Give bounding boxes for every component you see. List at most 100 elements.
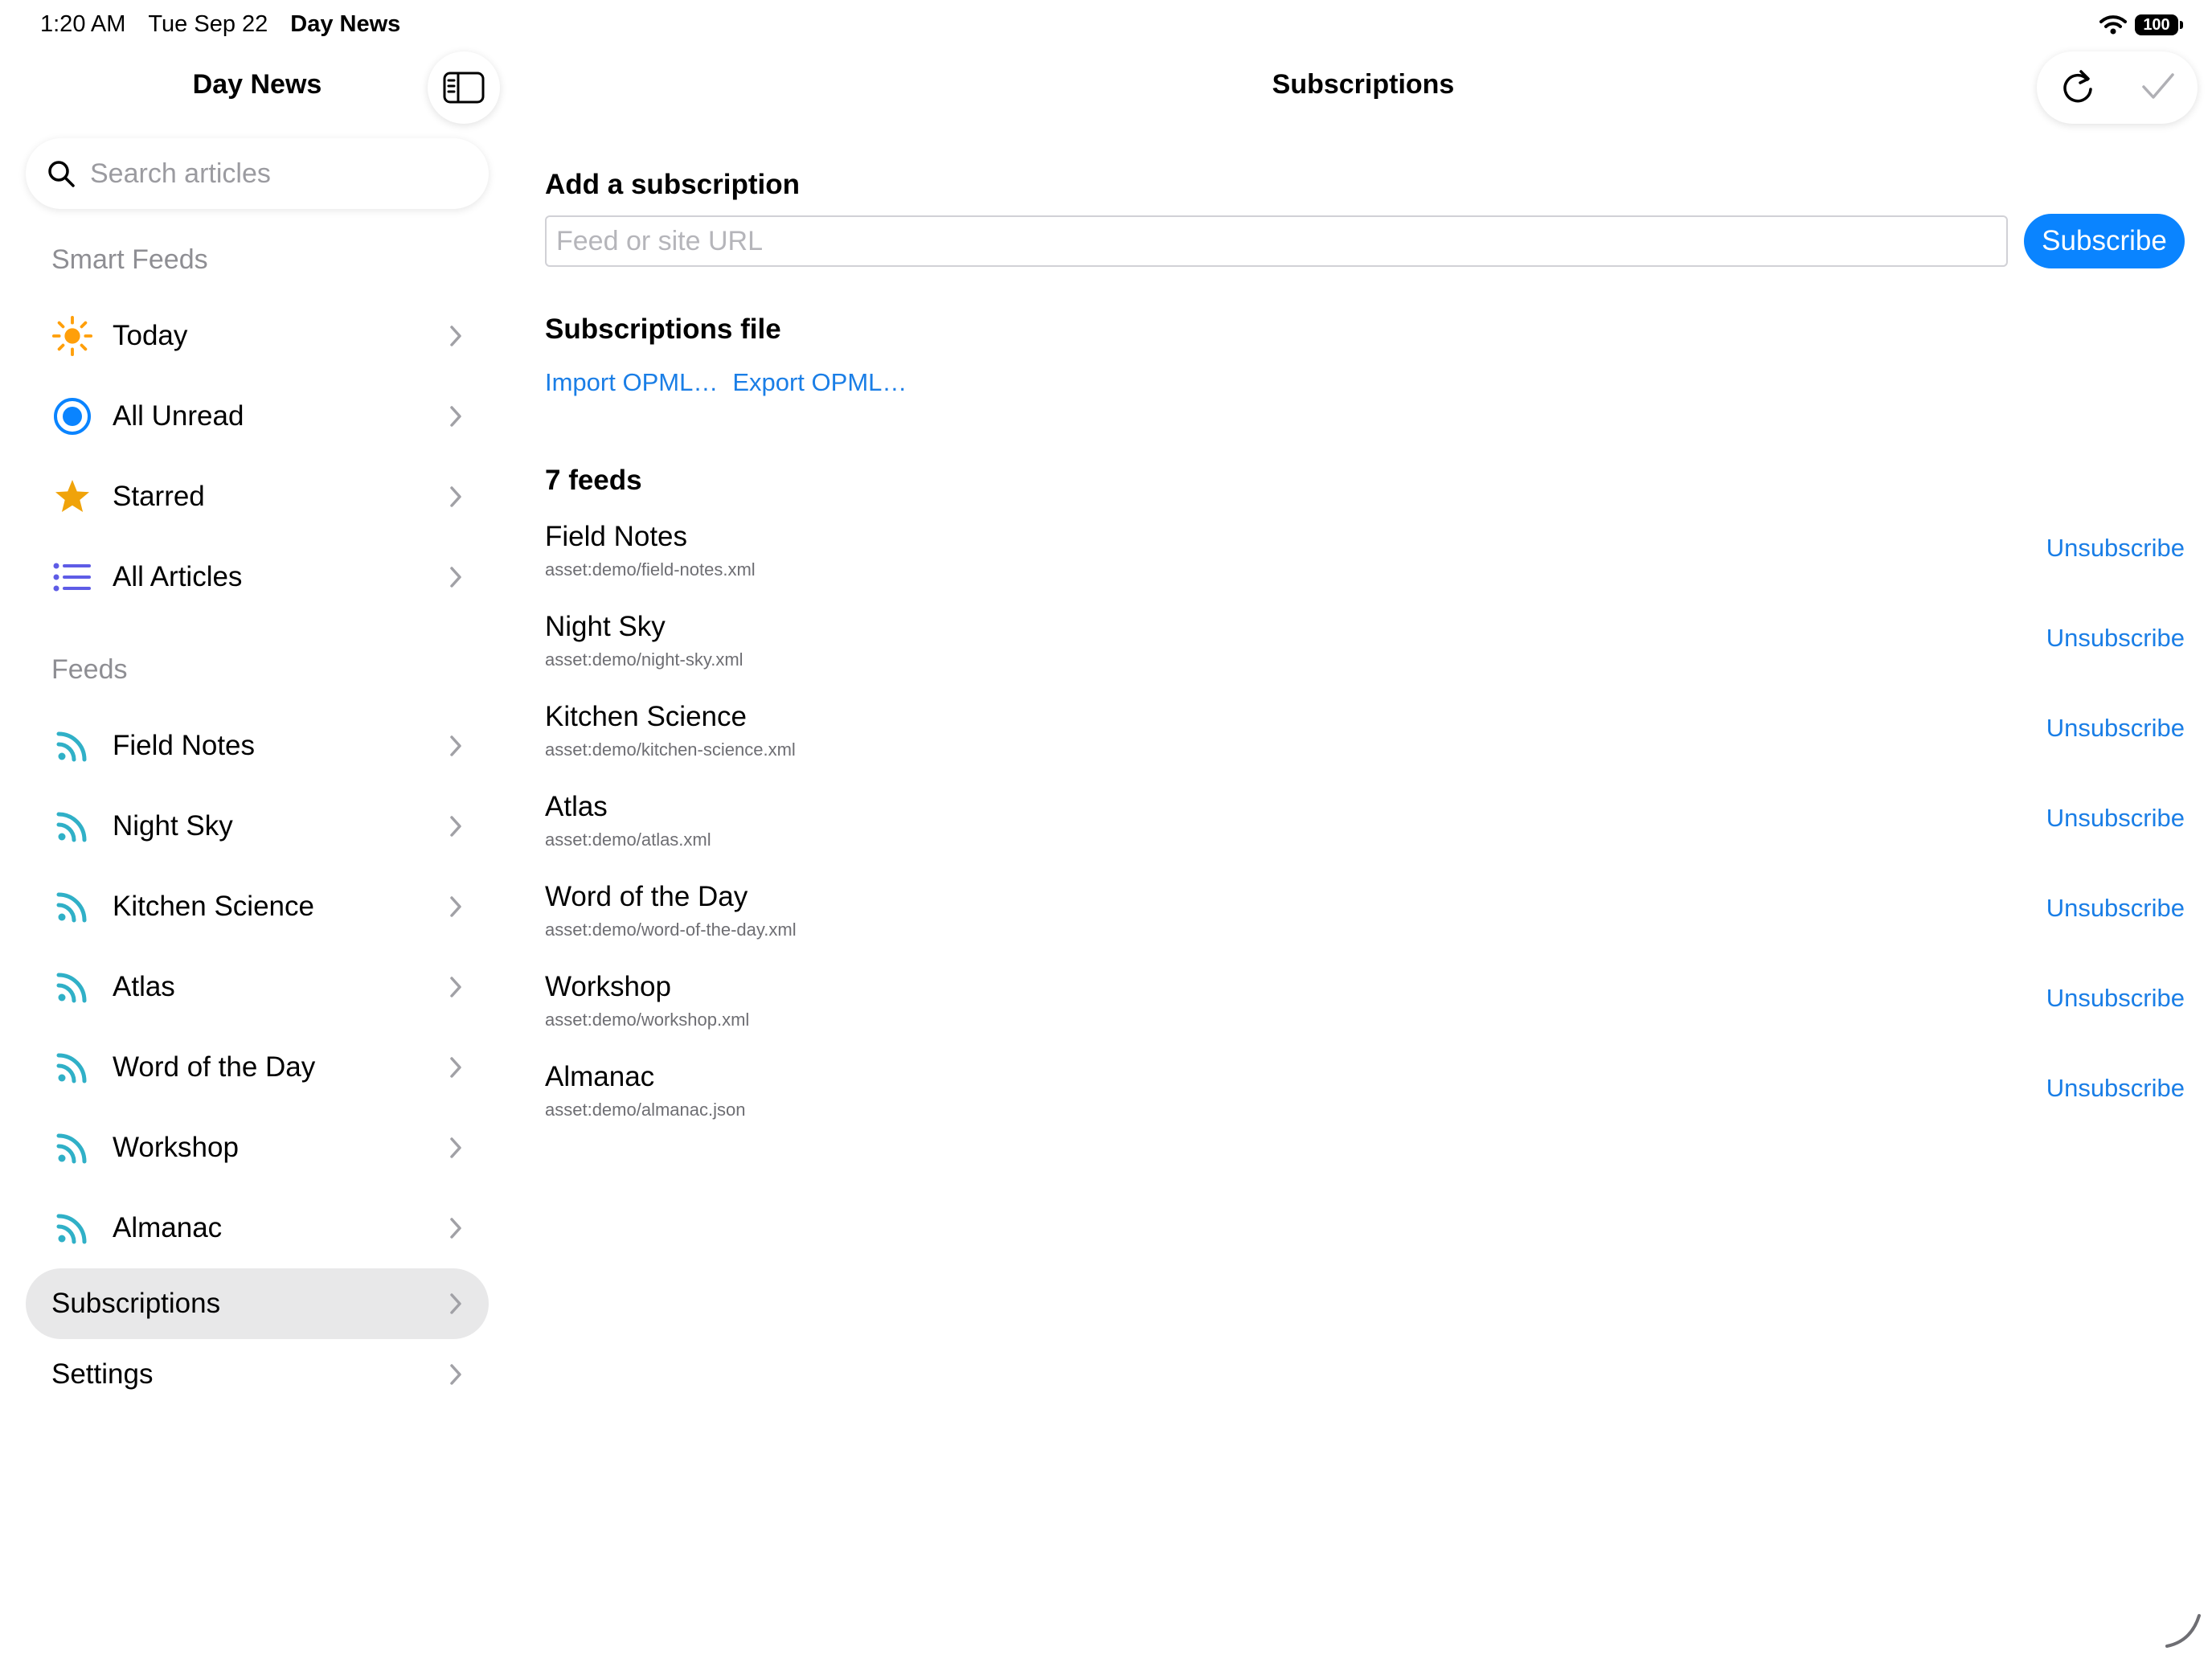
chevron-right-icon — [450, 486, 461, 507]
feed-name: Workshop — [545, 971, 671, 1002]
refresh-icon — [2062, 69, 2092, 102]
feed-row: Field Notes asset:demo/field-notes.xml U… — [545, 521, 2185, 593]
unsubscribe-button[interactable]: Unsubscribe — [2046, 804, 2185, 833]
sidebar-item-label: All Articles — [113, 561, 243, 592]
import-opml-link[interactable]: Import OPML… — [545, 368, 718, 397]
unsubscribe-button[interactable]: Unsubscribe — [2046, 1074, 2185, 1103]
feed-url: asset:demo/almanac.json — [545, 1100, 746, 1120]
sidebar-item-label: Field Notes — [113, 730, 256, 761]
list-icon — [51, 556, 93, 598]
sidebar-item-feed[interactable]: Workshop — [26, 1112, 489, 1183]
subscriptions-file-header: Subscriptions file — [545, 313, 781, 345]
toolbar — [2037, 51, 2198, 124]
sidebar-item-today[interactable]: Today — [26, 301, 489, 371]
chevron-right-icon — [450, 1293, 461, 1314]
feed-url: asset:demo/workshop.xml — [545, 1010, 750, 1030]
add-subscription-header: Add a subscription — [545, 169, 800, 200]
sidebar-item-starred[interactable]: Starred — [26, 461, 489, 532]
sidebar: Day News Smart Feeds — [0, 0, 514, 1659]
feed-url: asset:demo/atlas.xml — [545, 830, 711, 850]
chevron-right-icon — [450, 977, 461, 997]
sidebar-item-feed[interactable]: Atlas — [26, 952, 489, 1022]
opml-links: Import OPML… Export OPML… — [545, 368, 907, 397]
chevron-right-icon — [450, 1218, 461, 1239]
unsubscribe-button[interactable]: Unsubscribe — [2046, 714, 2185, 743]
sidebar-item-settings[interactable]: Settings — [26, 1339, 489, 1410]
chevron-right-icon — [450, 406, 461, 427]
sidebar-item-label: Today — [113, 320, 188, 351]
feeds-header: Feeds — [51, 654, 128, 685]
sidebar-item-label: Settings — [51, 1358, 154, 1390]
sidebar-item-feed[interactable]: Field Notes — [26, 711, 489, 781]
chevron-right-icon — [450, 326, 461, 346]
rss-icon — [51, 725, 93, 767]
sidebar-item-feed[interactable]: Kitchen Science — [26, 871, 489, 942]
refresh-button[interactable] — [2060, 67, 2095, 109]
feed-row: Almanac asset:demo/almanac.json Unsubscr… — [545, 1061, 2185, 1133]
feed-url: asset:demo/kitchen-science.xml — [545, 739, 796, 760]
feed-name: Atlas — [545, 791, 608, 822]
sidebar-item-feed[interactable]: Word of the Day — [26, 1032, 489, 1103]
subscribe-button[interactable]: Subscribe — [2024, 214, 2185, 268]
chevron-right-icon — [450, 567, 461, 588]
sidebar-item-label: Almanac — [113, 1212, 223, 1243]
sidebar-icon — [443, 72, 485, 104]
sidebar-item-feed[interactable]: Night Sky — [26, 791, 489, 862]
feed-url: asset:demo/night-sky.xml — [545, 649, 743, 670]
feed-row: Atlas asset:demo/atlas.xml Unsubscribe — [545, 791, 2185, 863]
search-icon — [48, 161, 75, 187]
wifi-icon — [2099, 15, 2127, 35]
page-title: Subscriptions — [1272, 69, 1455, 100]
unsubscribe-button[interactable]: Unsubscribe — [2046, 894, 2185, 923]
feed-row: Night Sky asset:demo/night-sky.xml Unsub… — [545, 611, 2185, 683]
rss-icon — [51, 1127, 93, 1169]
rss-icon — [51, 1207, 93, 1249]
feed-name: Word of the Day — [545, 881, 748, 912]
feed-row: Word of the Day asset:demo/word-of-the-d… — [545, 881, 2185, 953]
feed-name: Night Sky — [545, 611, 666, 642]
sidebar-item-label: Workshop — [113, 1132, 239, 1163]
sun-icon — [51, 315, 93, 357]
chevron-right-icon — [450, 735, 461, 756]
rss-icon — [51, 805, 93, 847]
chevron-right-icon — [450, 896, 461, 917]
chevron-right-icon — [450, 816, 461, 837]
rss-icon — [51, 886, 93, 928]
sidebar-item-label: Word of the Day — [113, 1051, 316, 1083]
chevron-right-icon — [450, 1057, 461, 1078]
battery-icon: 100 — [2135, 14, 2183, 35]
unread-circle-icon — [51, 395, 93, 437]
feed-url-input[interactable] — [545, 215, 2008, 267]
resize-corner-icon[interactable] — [2164, 1611, 2202, 1649]
unsubscribe-button[interactable]: Unsubscribe — [2046, 984, 2185, 1013]
sidebar-item-subscriptions[interactable]: Subscriptions — [26, 1268, 489, 1339]
done-button[interactable] — [2141, 72, 2175, 104]
feed-name: Kitchen Science — [545, 701, 747, 732]
feed-url: asset:demo/word-of-the-day.xml — [545, 920, 797, 940]
sidebar-item-label: All Unread — [113, 400, 244, 432]
sidebar-item-feed[interactable]: Almanac — [26, 1193, 489, 1264]
feed-row: Workshop asset:demo/workshop.xml Unsubsc… — [545, 971, 2185, 1043]
chevron-right-icon — [450, 1364, 461, 1385]
unsubscribe-button[interactable]: Unsubscribe — [2046, 534, 2185, 563]
rss-icon — [51, 1047, 93, 1088]
sidebar-item-all-articles[interactable]: All Articles — [26, 542, 489, 612]
star-icon — [51, 476, 93, 518]
search-field[interactable] — [26, 138, 489, 209]
sidebar-item-label: Starred — [113, 481, 205, 512]
feed-name: Almanac — [545, 1061, 655, 1092]
rss-icon — [51, 966, 93, 1008]
sidebar-item-label: Night Sky — [113, 810, 233, 842]
smart-feeds-header: Smart Feeds — [51, 244, 208, 275]
unsubscribe-button[interactable]: Unsubscribe — [2046, 624, 2185, 653]
sidebar-toggle-button[interactable] — [428, 51, 500, 124]
feed-url: asset:demo/field-notes.xml — [545, 559, 756, 580]
search-input[interactable] — [88, 157, 469, 190]
export-opml-link[interactable]: Export OPML… — [732, 368, 907, 397]
feed-name: Field Notes — [545, 521, 688, 552]
sidebar-item-all-unread[interactable]: All Unread — [26, 381, 489, 452]
sidebar-item-label: Subscriptions — [51, 1288, 221, 1319]
status-indicators: 100 — [2099, 14, 2183, 35]
chevron-right-icon — [450, 1137, 461, 1158]
feeds-count: 7 feeds — [545, 465, 642, 496]
